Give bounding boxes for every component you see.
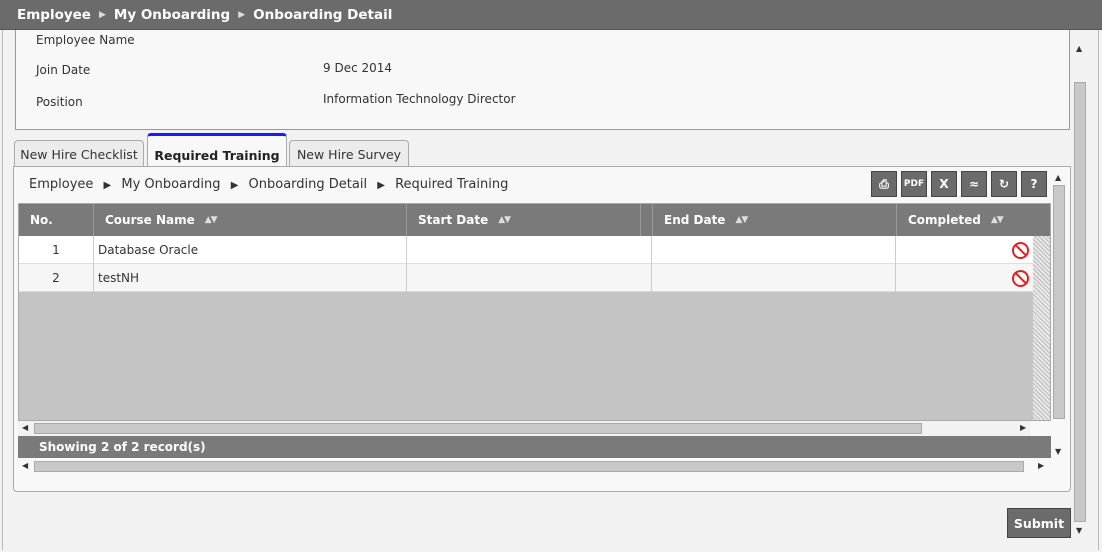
position-label: Position (36, 95, 83, 109)
main-vertical-scrollbar[interactable]: ▲ ▼ (1072, 38, 1088, 538)
col-header-label: Completed (908, 213, 981, 227)
tab-new-hire-survey[interactable]: New Hire Survey (289, 140, 409, 168)
grid-horizontal-scrollbar[interactable]: ◀ ▶ (18, 421, 1031, 436)
scroll-thumb[interactable] (1074, 82, 1086, 522)
breadcrumb-arrow-icon: ▶ (230, 180, 239, 191)
tab-new-hire-checklist[interactable]: New Hire Checklist (14, 140, 144, 168)
cell-completed (896, 264, 1033, 292)
sort-icon[interactable]: ▲▼ (205, 215, 218, 225)
panel-horizontal-scrollbar[interactable]: ◀ ▶ (18, 459, 1048, 474)
training-grid: No. Course Name ▲▼ Start Date ▲▼ End Date ▲… (18, 203, 1051, 421)
scroll-left-icon[interactable]: ◀ (22, 423, 28, 432)
cell-completed (896, 236, 1033, 264)
scroll-thumb[interactable] (34, 423, 922, 434)
inner-crumb-my-onboarding[interactable]: My Onboarding (121, 177, 220, 192)
help-button[interactable]: ? (1021, 171, 1047, 197)
join-date-value: 9 Dec 2014 (323, 61, 393, 75)
pdf-icon: PDF (903, 179, 925, 189)
employee-info-panel: Employee Name Join Date 9 Dec 2014 Posit… (15, 30, 1070, 130)
refresh-button[interactable]: ↻ (991, 171, 1017, 197)
col-header-label: Start Date (418, 213, 489, 227)
table-row[interactable]: 2 testNH (19, 264, 1033, 292)
scroll-up-icon[interactable]: ▲ (1055, 173, 1061, 182)
crumb-employee[interactable]: Employee (17, 7, 91, 23)
top-breadcrumb: Employee ▶ My Onboarding ▶ Onboarding De… (0, 0, 1102, 30)
help-icon: ? (1030, 177, 1038, 191)
not-completed-icon (1012, 241, 1029, 259)
inner-vertical-scrollbar[interactable]: ▲ ▼ (1051, 171, 1067, 461)
scroll-right-icon[interactable]: ▶ (1038, 461, 1044, 470)
join-date-label: Join Date (36, 63, 91, 77)
inner-crumb-required-training: Required Training (395, 177, 509, 192)
employee-name-label: Employee Name (36, 33, 135, 47)
scroll-right-icon[interactable]: ▶ (1020, 423, 1026, 432)
breadcrumb-arrow-icon: ▶ (238, 9, 246, 20)
grid-toolbar: ⎙ PDF X ≈ ↻ ? (871, 171, 1047, 197)
tab-required-training[interactable]: Required Training (147, 133, 287, 168)
col-header-label: Course Name (105, 213, 195, 227)
crumb-onboarding-detail: Onboarding Detail (253, 6, 393, 23)
cell-start-date (407, 264, 652, 292)
print-button[interactable]: ⎙ (871, 171, 897, 197)
grid-scroll-gutter (1033, 236, 1050, 420)
col-header-label: End Date (664, 213, 726, 227)
wrap-button[interactable]: ≈ (961, 171, 987, 197)
cell-course-name: testNH (94, 264, 407, 292)
crumb-my-onboarding[interactable]: My Onboarding (114, 7, 230, 23)
inner-crumb-employee[interactable]: Employee (29, 177, 93, 192)
position-value: Information Technology Director (323, 92, 516, 106)
col-header-label: No. (30, 213, 53, 227)
pdf-button[interactable]: PDF (901, 171, 927, 197)
excel-button[interactable]: X (931, 171, 957, 197)
breadcrumb-arrow-icon: ▶ (103, 180, 112, 191)
wrap-icon: ≈ (968, 177, 980, 191)
cell-start-date (407, 236, 652, 264)
excel-icon: X (939, 177, 949, 191)
scroll-thumb[interactable] (34, 461, 1024, 472)
cell-no: 1 (19, 236, 94, 264)
breadcrumb-arrow-icon: ▶ (377, 180, 385, 191)
sort-icon[interactable]: ▲▼ (991, 215, 1004, 225)
scroll-down-icon[interactable]: ▼ (1055, 447, 1061, 456)
grid-header: No. Course Name ▲▼ Start Date ▲▼ End Date ▲… (19, 204, 1050, 236)
sort-icon[interactable]: ▲▼ (735, 215, 748, 225)
col-header-start-date[interactable]: Start Date ▲▼ (407, 204, 641, 236)
not-completed-icon (1012, 269, 1029, 287)
cell-end-date (652, 236, 896, 264)
required-training-panel: Employee ▶ My Onboarding ▶ Onboarding De… (13, 166, 1071, 492)
inner-crumb-onboarding-detail[interactable]: Onboarding Detail (249, 177, 368, 192)
grid-record-count: Showing 2 of 2 record(s) (18, 436, 1051, 458)
cell-end-date (652, 264, 896, 292)
col-header-spacer (641, 204, 653, 236)
col-header-completed[interactable]: Completed ▲▼ (897, 204, 1050, 236)
scroll-left-icon[interactable]: ◀ (22, 461, 28, 470)
cell-no: 2 (19, 264, 94, 292)
print-icon: ⎙ (879, 176, 889, 191)
refresh-icon: ↻ (998, 177, 1010, 191)
col-header-course-name[interactable]: Course Name ▲▼ (94, 204, 407, 236)
col-header-end-date[interactable]: End Date ▲▼ (653, 204, 897, 236)
inner-breadcrumb: Employee ▶ My Onboarding ▶ Onboarding De… (29, 177, 508, 192)
col-header-no[interactable]: No. (19, 204, 94, 236)
cell-course-name: Database Oracle (94, 236, 407, 264)
scroll-down-icon[interactable]: ▼ (1076, 526, 1082, 535)
table-row[interactable]: 1 Database Oracle (19, 236, 1033, 264)
scroll-thumb[interactable] (1053, 185, 1065, 419)
submit-button[interactable]: Submit (1007, 508, 1071, 538)
breadcrumb-arrow-icon: ▶ (98, 9, 106, 20)
scroll-up-icon[interactable]: ▲ (1076, 44, 1082, 53)
sort-icon[interactable]: ▲▼ (498, 215, 511, 225)
